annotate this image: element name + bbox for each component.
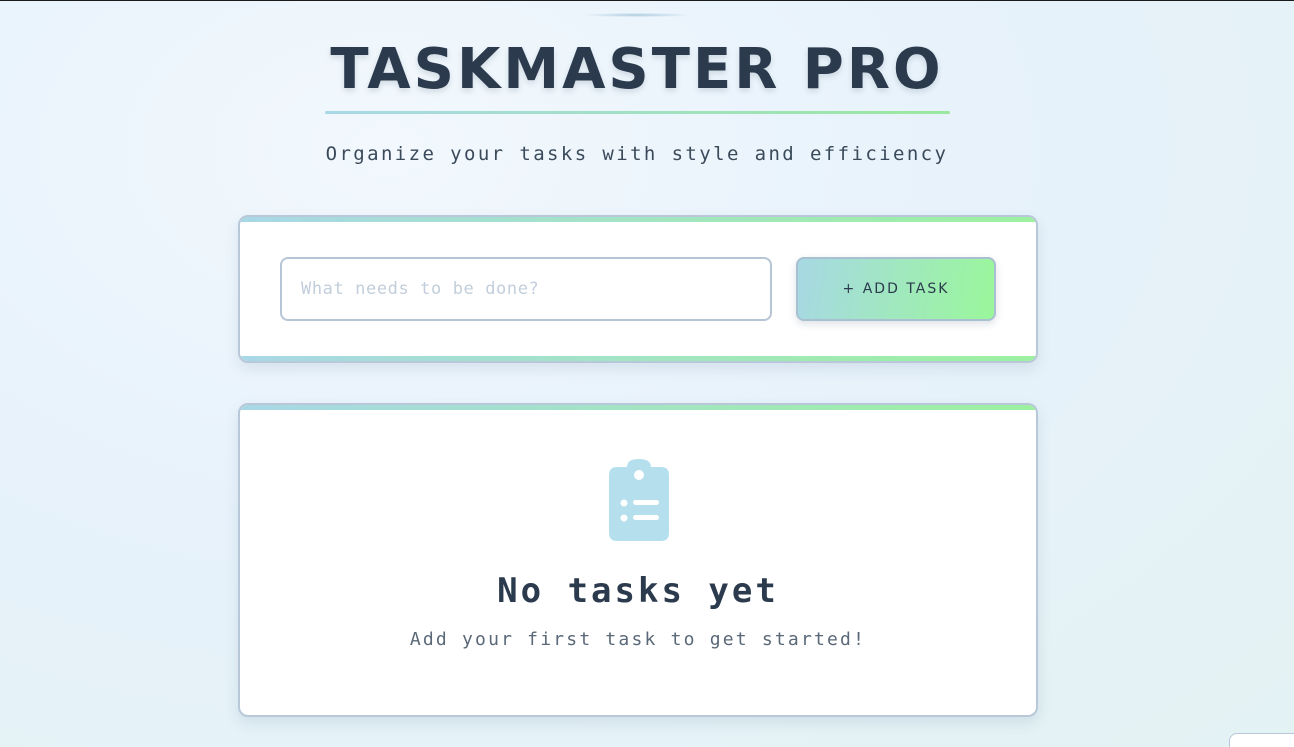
task-input[interactable] (280, 257, 772, 321)
page-title: TASKMASTER PRO (330, 37, 944, 102)
clipboard-list-icon (609, 459, 669, 541)
decorative-glow (585, 13, 689, 17)
partial-floating-panel (1229, 733, 1294, 747)
empty-state-message: Add your first task to get started! (409, 629, 867, 650)
page-subtitle: Organize your tasks with style and effic… (325, 143, 949, 165)
add-task-button[interactable]: + ADD TASK (796, 257, 996, 321)
card-accent-bar (240, 356, 1036, 361)
card-accent-bar (240, 405, 1036, 410)
window-top-border (0, 0, 1294, 1)
empty-state-title: No tasks yet (497, 571, 779, 611)
add-task-card: + ADD TASK (238, 215, 1038, 363)
task-list-card: No tasks yet Add your first task to get … (238, 403, 1038, 717)
card-accent-bar (240, 217, 1036, 222)
title-underline (325, 111, 950, 114)
